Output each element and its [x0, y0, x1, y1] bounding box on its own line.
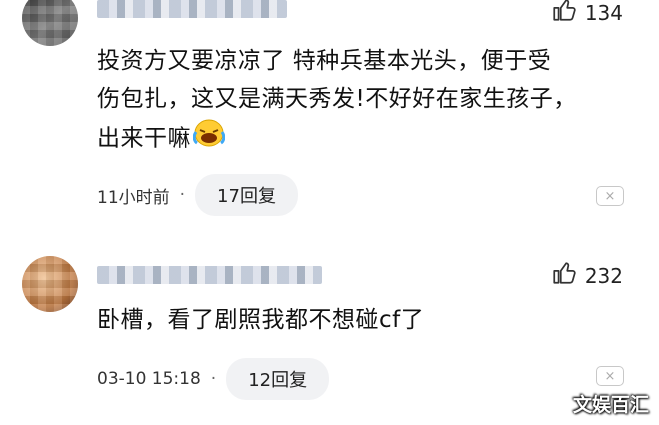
close-icon[interactable]: × [596, 366, 624, 386]
timestamp: 11小时前 [97, 187, 170, 208]
watermark: 文娱百汇 [572, 394, 649, 416]
username-blurred[interactable] [97, 0, 287, 18]
comment-2: 232 卧槽，看了剧照我都不想碰cf了 03-10 15:18 · 12回复 × [0, 238, 659, 408]
username-blurred[interactable] [97, 266, 322, 284]
comment-line: 投资方又要凉凉了 特种兵基本光头，便于受 [97, 48, 552, 74]
comment-text: 卧槽，看了剧照我都不想碰cf了 [97, 301, 622, 339]
reply-count-button[interactable]: 17回复 [195, 174, 298, 216]
comment-meta: 11小时前 · 17回复 [97, 174, 298, 216]
comment-line: 卧槽，看了剧照我都不想碰cf了 [97, 307, 425, 333]
timestamp: 03-10 15:18 [97, 369, 201, 389]
separator-dot: · [179, 185, 186, 205]
comment-meta: 03-10 15:18 · 12回复 [97, 358, 330, 400]
like-count: 232 [584, 263, 623, 288]
avatar[interactable] [22, 256, 78, 312]
avatar[interactable] [22, 0, 78, 46]
like-button[interactable]: 232 [551, 260, 623, 291]
comment-line-last: 出来干嘛 [97, 118, 622, 160]
crying-laughing-emoji-icon [192, 118, 226, 160]
separator-dot: · [210, 369, 217, 389]
comment-line: 出来干嘛 [97, 125, 191, 152]
comment-1: 134 投资方又要凉凉了 特种兵基本光头，便于受 伤包扎，这又是满天秀发!不好好… [0, 0, 659, 216]
thumbs-up-icon [551, 260, 577, 291]
thumbs-up-icon [551, 0, 577, 28]
close-icon[interactable]: × [596, 186, 624, 206]
comment-text: 投资方又要凉凉了 特种兵基本光头，便于受 伤包扎，这又是满天秀发!不好好在家生孩… [97, 42, 622, 160]
comment-line: 伤包扎，这又是满天秀发!不好好在家生孩子， [97, 86, 577, 112]
like-button[interactable]: 134 [551, 0, 623, 28]
like-count: 134 [584, 0, 623, 25]
reply-count-button[interactable]: 12回复 [226, 358, 330, 400]
